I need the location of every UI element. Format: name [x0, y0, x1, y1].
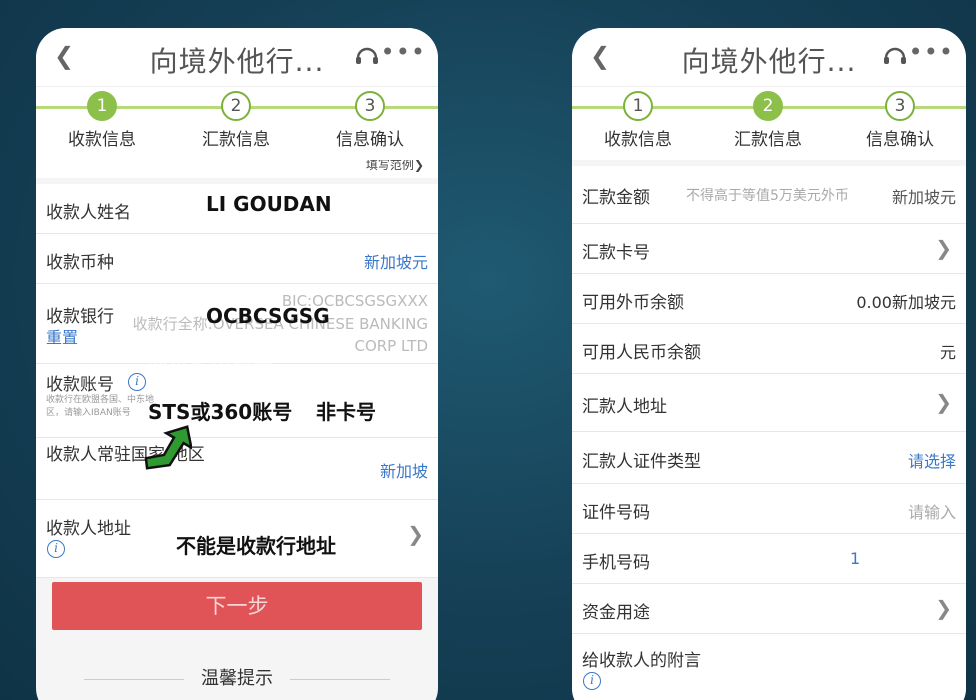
amount-currency: 新加坡元 [891, 188, 956, 207]
fund-purpose-label: 资金用途 [582, 603, 650, 623]
step-3-label: 信息确认 [866, 130, 934, 150]
chevron-right-icon: ❯ [407, 522, 424, 546]
fill-example-label: 填写范例 [365, 158, 414, 172]
tips-label: 温馨提示 [201, 668, 273, 689]
step-3-circle: 3 [355, 91, 385, 121]
id-type-label: 汇款人证件类型 [582, 452, 701, 472]
recipient-name-row[interactable]: 收款人姓名 LI GOUDAN [36, 184, 438, 234]
fx-balance-row: 可用外币余额 0.00新加坡元 [572, 274, 966, 324]
bank-overlay-note: OCBCSGSG [206, 304, 330, 328]
customer-service-icon[interactable] [882, 44, 908, 70]
bank-fullname-prefix: 收款行全称: [132, 315, 213, 333]
residence-row[interactable]: 收款人常驻国家/地区 新加坡 [36, 425, 438, 500]
customer-service-icon[interactable] [354, 44, 380, 70]
account-row[interactable]: 收款账号 i 收款行在欧盟各国、中东地区，请输入IBAN账号 STS或360账号… [36, 364, 438, 438]
fund-purpose-row[interactable]: 资金用途 ❯ [572, 584, 966, 634]
tips-heading: 温馨提示 [36, 664, 438, 690]
step-2-circle: 2 [221, 91, 251, 121]
info-icon[interactable]: i [128, 373, 146, 391]
amount-row[interactable]: 汇款金额 不得高于等值5万美元外币 新加坡元 [572, 166, 966, 224]
bank-reset-link[interactable]: 重置 [46, 324, 78, 348]
currency-value: 新加坡元 [363, 253, 428, 272]
id-type-select[interactable]: 请选择 [908, 448, 956, 472]
chevron-down-icon: ❯ [413, 158, 424, 172]
step-3-label: 信息确认 [336, 130, 404, 150]
arrow-up-icon [144, 425, 192, 470]
watermark: @逗笔小能手 [148, 350, 274, 374]
info-icon[interactable]: i [583, 672, 601, 690]
step-2: 2 汇款信息 [176, 91, 296, 150]
step-2-label: 汇款信息 [202, 130, 270, 150]
recipient-name-label: 收款人姓名 [46, 203, 131, 223]
phone-screen-recipient-info: ❮ 向境外他行... ••• 1 收款信息 2 汇款信息 3 信息确认 填写范例… [36, 28, 438, 700]
chevron-right-icon: ❯ [935, 390, 952, 414]
step-1: 1 收款信息 [578, 91, 698, 150]
id-number-row[interactable]: 证件号码 请输入 [572, 484, 966, 534]
step-3-circle: 3 [885, 91, 915, 121]
message-label: 给收款人的附言 [582, 651, 701, 671]
step-1-label: 收款信息 [604, 130, 672, 150]
rmb-balance-value: 元 [939, 343, 956, 362]
recipient-name-value: LI GOUDAN [206, 192, 332, 216]
address-label: 收款人地址 [46, 519, 131, 539]
top-bar: ❮ 向境外他行... ••• [572, 28, 966, 86]
currency-row[interactable]: 收款币种 新加坡元 [36, 234, 438, 284]
id-type-row[interactable]: 汇款人证件类型 请选择 [572, 432, 966, 484]
step-1-label: 收款信息 [68, 130, 136, 150]
watermark: @逗笔小能手 [718, 350, 844, 374]
step-1: 1 收款信息 [42, 91, 162, 150]
recipient-address-row[interactable]: 收款人地址 i ❯ 不能是收款行地址 [36, 500, 438, 578]
progress-steps: 1 收款信息 2 汇款信息 3 信息确认 [36, 86, 438, 160]
next-button[interactable]: 下一步 [52, 582, 422, 630]
account-label: 收款账号 [46, 375, 114, 395]
id-number-label: 证件号码 [582, 503, 650, 523]
progress-steps: 1 收款信息 2 汇款信息 3 信息确认 [572, 86, 966, 160]
id-number-input[interactable]: 请输入 [908, 499, 956, 523]
account-overlay-note-2: 非卡号 [316, 400, 376, 424]
residence-value: 新加坡 [379, 462, 428, 481]
card-number-row[interactable]: 汇款卡号 ❯ [572, 224, 966, 274]
step-3: 3 信息确认 [310, 91, 430, 150]
phone-row[interactable]: 手机号码 1 [572, 534, 966, 584]
fx-balance-value: 0.00新加坡元 [856, 293, 956, 312]
fx-balance-label: 可用外币余额 [582, 293, 684, 313]
address-overlay-note: 不能是收款行地址 [176, 534, 336, 558]
message-row[interactable]: 给收款人的附言 i [572, 634, 966, 700]
step-1-circle: 1 [87, 91, 117, 121]
more-icon[interactable]: ••• [909, 38, 954, 66]
rmb-balance-label: 可用人民币余额 [582, 343, 701, 363]
currency-label: 收款币种 [46, 253, 114, 273]
phone-label: 手机号码 [582, 553, 650, 573]
sender-address-label: 汇款人地址 [582, 397, 667, 417]
step-2-label: 汇款信息 [734, 130, 802, 150]
address-info-icon[interactable]: i [47, 540, 65, 558]
step-3: 3 信息确认 [840, 91, 960, 150]
tips-divider-right [290, 679, 391, 680]
phone-input[interactable]: 1 [850, 549, 860, 568]
sender-address-row[interactable]: 汇款人地址 ❯ [572, 374, 966, 432]
more-icon[interactable]: ••• [381, 38, 426, 66]
step-2: 2 汇款信息 [708, 91, 828, 150]
card-number-label: 汇款卡号 [582, 243, 650, 263]
amount-input[interactable]: 不得高于等值5万美元外币 [686, 185, 849, 205]
phone-screen-remittance-info: ❮ 向境外他行... ••• 1 收款信息 2 汇款信息 3 信息确认 汇款金额… [572, 28, 966, 700]
tips-divider-left [83, 679, 184, 680]
step-2-circle: 2 [753, 91, 783, 121]
account-help-text: 收款行在欧盟各国、中东地区，请输入IBAN账号 [46, 395, 155, 418]
chevron-right-icon: ❯ [935, 596, 952, 620]
step-1-circle: 1 [623, 91, 653, 121]
chevron-right-icon: ❯ [935, 236, 952, 260]
top-bar: ❮ 向境外他行... ••• [36, 28, 438, 86]
amount-label: 汇款金额 [582, 188, 650, 208]
